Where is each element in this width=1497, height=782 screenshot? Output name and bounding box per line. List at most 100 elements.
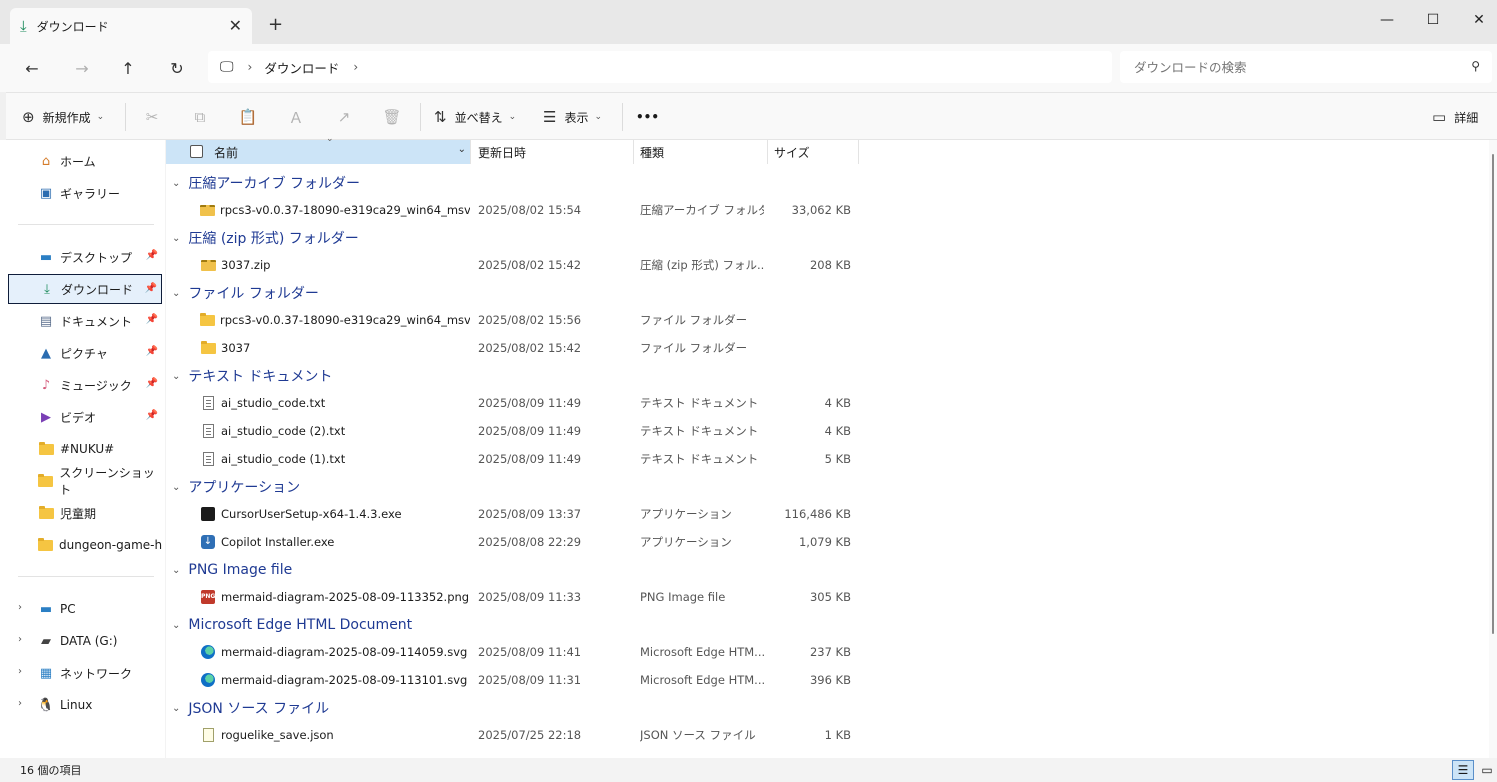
new-tab-button[interactable]: + (268, 14, 283, 35)
forward-button[interactable]: → (68, 54, 96, 82)
file-row[interactable]: rpcs3-v0.0.37-18090-e319ca29_win64_msvc.… (166, 196, 866, 224)
column-divider[interactable] (633, 140, 634, 164)
sidebar-item-network[interactable]: › ▦ ネットワーク (8, 658, 162, 688)
file-row[interactable]: roguelike_save.json 2025/07/25 22:18 JSON … (166, 721, 866, 749)
column-name-label: 名前 (214, 145, 239, 160)
sidebar-item-pc[interactable]: › ▬ PC (8, 594, 162, 624)
chevron-down-icon[interactable]: ⌄ (458, 144, 466, 155)
rename-icon[interactable]: Ａ (284, 106, 308, 128)
paste-icon[interactable]: 📋 (236, 106, 260, 128)
column-divider[interactable] (470, 140, 471, 164)
chevron-right-icon[interactable]: › (18, 634, 22, 645)
sidebar-item-gallery[interactable]: ▣ ギャラリー (8, 178, 162, 208)
sidebar-item-desktop[interactable]: ▬ デスクトップ 📌 (8, 242, 162, 272)
file-row[interactable]: ↓ Copilot Installer.exe 2025/08/08 22:29 アプ… (166, 528, 866, 556)
column-date-label: 更新日時 (478, 145, 527, 160)
copy-icon[interactable]: ⧉ (188, 106, 212, 128)
cursor-app-icon (200, 507, 216, 521)
sidebar-item-documents[interactable]: ▤ ドキュメント 📌 (8, 306, 162, 336)
chevron-down-icon[interactable]: ⌄ (172, 565, 180, 576)
sidebar-item-screenshots[interactable]: スクリーンショット (8, 466, 162, 497)
address-bar[interactable]: 🖵 › ダウンロード › (208, 51, 1112, 83)
file-row[interactable]: ai_studio_code (2).txt 2025/08/09 11:49 テキ… (166, 417, 866, 445)
tiles-view-button[interactable]: ▭ (1476, 760, 1497, 780)
pin-icon: 📌 (144, 283, 157, 294)
details-view-button[interactable]: ☰ (1452, 760, 1474, 780)
select-all-checkbox[interactable] (190, 145, 203, 158)
column-header-name[interactable]: 名前 ⌄ ⌄ (166, 134, 470, 164)
group-header[interactable]: ⌄ 圧縮アーカイブ フォルダー (172, 172, 360, 194)
file-row[interactable]: PNG mermaid-diagram-2025-08-09-113352.png… (166, 583, 866, 611)
sidebar-item-linux[interactable]: › 🐧 Linux (8, 690, 162, 720)
minimize-button[interactable]: — (1364, 6, 1410, 34)
group-header[interactable]: ⌄ テキスト ドキュメント (172, 365, 332, 387)
file-row[interactable]: CursorUserSetup-x64-1.4.3.exe 2025/08/09 … (166, 500, 866, 528)
chevron-down-icon[interactable]: ⌄ (172, 703, 180, 714)
close-button[interactable]: ✕ (1456, 6, 1497, 34)
sidebar-item-downloads[interactable]: ⤓ ダウンロード 📌 (8, 274, 162, 304)
sidebar-item-dungeon-game[interactable]: dungeon-game-htm (8, 530, 162, 560)
chevron-right-icon[interactable]: › (18, 698, 22, 709)
group-header[interactable]: ⌄ Microsoft Edge HTML Document (172, 614, 412, 636)
chevron-right-icon[interactable]: › (18, 666, 22, 677)
chevron-right-icon[interactable]: › (18, 602, 22, 613)
group-header[interactable]: ⌄ PNG Image file (172, 559, 292, 581)
chevron-down-icon[interactable]: ⌄ (172, 288, 180, 299)
chevron-right-icon[interactable]: › (353, 60, 358, 74)
sidebar-item-videos[interactable]: ▶ ビデオ 📌 (8, 402, 162, 432)
details-button[interactable]: ▭ 詳細 (1432, 105, 1478, 129)
sort-button[interactable]: ⇅ 並べ替え ⌄ (434, 105, 516, 129)
sidebar-item-childhood[interactable]: 児童期 (8, 498, 162, 528)
back-button[interactable]: ← (18, 54, 46, 82)
file-date: 2025/08/09 11:31 (478, 673, 582, 687)
group-header[interactable]: ⌄ JSON ソース ファイル (172, 697, 329, 719)
new-button[interactable]: ⊕ 新規作成 ⌄ (22, 105, 104, 129)
maximize-button[interactable]: ☐ (1410, 6, 1456, 34)
sidebar-item-drive-g[interactable]: › ▰ DATA (G:) (8, 626, 162, 656)
more-button[interactable]: ••• (636, 105, 659, 129)
file-row[interactable]: 3037 2025/08/02 15:42 ファイル フォルダー (166, 334, 866, 362)
search-box[interactable]: ⚲ (1120, 51, 1492, 83)
column-divider[interactable] (858, 140, 859, 164)
group-header[interactable]: ⌄ アプリケーション (172, 476, 300, 498)
share-icon[interactable]: ↗ (332, 106, 356, 128)
sidebar-item-home[interactable]: ⌂ ホーム (8, 146, 162, 176)
file-row[interactable]: ai_studio_code (1).txt 2025/08/09 11:49 テキ… (166, 445, 866, 473)
chevron-right-icon[interactable]: › (248, 60, 253, 74)
chevron-down-icon[interactable]: ⌄ (172, 178, 180, 189)
scrollbar-thumb[interactable] (1492, 154, 1494, 634)
search-icon[interactable]: ⚲ (1471, 59, 1480, 73)
sidebar-item-label: ホーム (60, 154, 96, 169)
breadcrumb-downloads[interactable]: ダウンロード (264, 58, 339, 77)
column-divider[interactable] (767, 140, 768, 164)
column-header-size[interactable]: サイズ (774, 140, 858, 164)
group-header[interactable]: ⌄ ファイル フォルダー (172, 282, 319, 304)
trash-icon[interactable]: 🗑 (380, 106, 404, 128)
search-input[interactable] (1134, 59, 1454, 75)
view-button[interactable]: ☰ 表示 ⌄ (543, 105, 602, 129)
file-row[interactable]: ai_studio_code.txt 2025/08/09 11:49 テキスト ド… (166, 389, 866, 417)
sidebar-item-nuku[interactable]: #NUKU# (8, 434, 162, 464)
file-row[interactable]: mermaid-diagram-2025-08-09-113101.svg 202… (166, 666, 866, 694)
column-header-date[interactable]: 更新日時 (478, 140, 628, 164)
tab-downloads[interactable]: ⤓ ダウンロード ✕ (10, 8, 252, 44)
file-date: 2025/08/09 11:41 (478, 645, 582, 659)
group-header[interactable]: ⌄ 圧縮 (zip 形式) フォルダー (172, 227, 359, 249)
cut-icon[interactable]: ✂ (140, 106, 164, 128)
zip-icon (200, 204, 215, 216)
chevron-down-icon[interactable]: ⌄ (172, 371, 180, 382)
file-row[interactable]: mermaid-diagram-2025-08-09-114059.svg 202… (166, 638, 866, 666)
refresh-button[interactable]: ↻ (163, 54, 191, 82)
sidebar-item-pictures[interactable]: ▲ ピクチャ 📌 (8, 338, 162, 368)
vertical-scrollbar[interactable] (1489, 140, 1497, 758)
chevron-down-icon[interactable]: ⌄ (172, 233, 180, 244)
file-row[interactable]: 3037.zip 2025/08/02 15:42 圧縮 (zip 形式) フォル.… (166, 251, 866, 279)
file-row[interactable]: rpcs3-v0.0.37-18090-e319ca29_win64_msvc 2… (166, 306, 866, 334)
sidebar-item-music[interactable]: ♪ ミュージック 📌 (8, 370, 162, 400)
pin-icon: 📌 (145, 410, 158, 421)
chevron-down-icon[interactable]: ⌄ (172, 620, 180, 631)
tab-close-icon[interactable]: ✕ (229, 16, 242, 35)
up-button[interactable]: ↑ (114, 54, 142, 82)
column-header-type[interactable]: 種類 (640, 140, 764, 164)
chevron-down-icon[interactable]: ⌄ (172, 482, 180, 493)
